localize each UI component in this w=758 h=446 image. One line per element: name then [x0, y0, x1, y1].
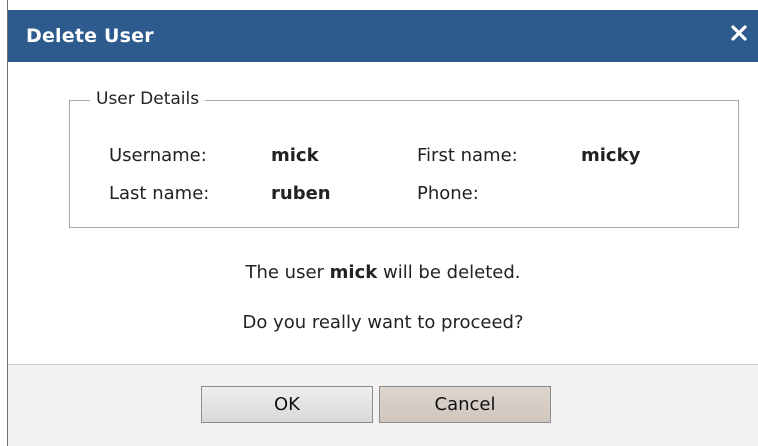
username-value: mick	[271, 145, 319, 166]
first-name-label: First name:	[417, 145, 518, 166]
delete-warning-prefix: The user	[245, 262, 330, 283]
dialog-content: User Details Username: mick First name: …	[8, 62, 758, 364]
delete-warning-message: The user mick will be deleted.	[8, 262, 758, 283]
user-details-fieldset: User Details Username: mick First name: …	[69, 89, 739, 228]
user-details-legend: User Details	[90, 89, 206, 109]
first-name-value: micky	[581, 145, 641, 166]
last-name-value: ruben	[271, 183, 331, 204]
phone-label: Phone:	[417, 183, 479, 204]
dialog-footer: OK Cancel	[8, 364, 758, 446]
delete-warning-username: mick	[329, 262, 378, 283]
close-icon[interactable]	[728, 22, 750, 44]
delete-user-dialog: Delete User User Details Username: mick …	[7, 0, 758, 446]
last-name-label: Last name:	[109, 183, 210, 204]
dialog-titlebar: Delete User	[8, 10, 758, 62]
cancel-button[interactable]: Cancel	[379, 386, 551, 423]
ok-button[interactable]: OK	[201, 386, 373, 423]
username-label: Username:	[109, 145, 207, 166]
delete-warning-suffix: will be deleted.	[377, 262, 521, 283]
confirm-question: Do you really want to proceed?	[242, 312, 524, 333]
dialog-title: Delete User	[26, 25, 154, 47]
